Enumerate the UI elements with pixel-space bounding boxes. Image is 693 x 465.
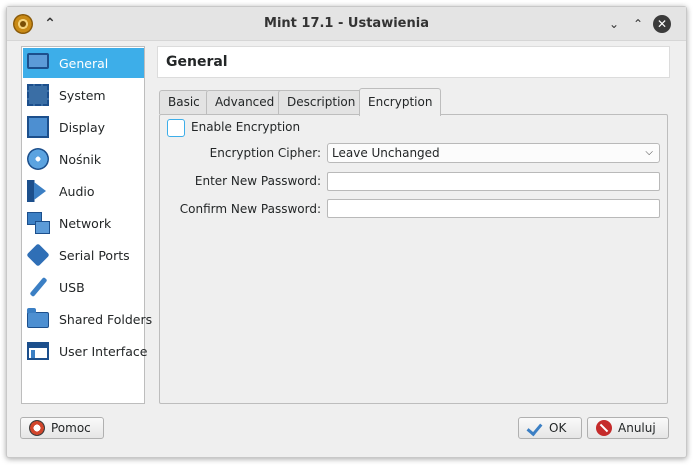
sidebar-item-label: System xyxy=(59,87,106,103)
tab-encryption[interactable]: Encryption xyxy=(359,88,442,116)
sidebar-item-label: Shared Folders xyxy=(59,311,153,327)
new-password-field[interactable] xyxy=(327,172,660,191)
sidebar-item-shared-folders[interactable]: Shared Folders xyxy=(23,304,152,334)
confirm-password-label: Confirm New Password: xyxy=(179,202,321,216)
cancel-button[interactable]: Anuluj xyxy=(587,417,669,439)
sidebar-item-label: Display xyxy=(59,119,106,135)
sidebar-item-usb[interactable]: USB xyxy=(23,272,144,302)
user-interface-icon xyxy=(27,342,49,360)
serial-port-icon xyxy=(26,243,50,267)
folder-icon xyxy=(27,308,49,328)
sidebar-item-label: Network xyxy=(59,215,112,231)
sidebar-item-label: USB xyxy=(59,279,85,295)
disc-icon xyxy=(27,148,49,170)
monitor-icon xyxy=(27,53,49,69)
tab-basic[interactable]: Basic xyxy=(159,90,209,114)
settings-sidebar: General System Display Nośnik Audio Netw… xyxy=(21,46,152,404)
chip-icon xyxy=(27,84,49,106)
sidebar-item-label: Serial Ports xyxy=(59,247,130,263)
sidebar-item-user-interface[interactable]: User Interface xyxy=(23,336,148,366)
title-bar[interactable]: ⌃ Mint 17.1 - Ustawienia ⌄ ⌃ ✕ xyxy=(7,7,686,41)
tab-advanced[interactable]: Advanced xyxy=(206,90,284,114)
cipher-label: Encryption Cipher: xyxy=(209,146,321,160)
sidebar-item-general[interactable]: General xyxy=(23,48,144,78)
confirm-password-field[interactable] xyxy=(327,199,660,218)
enable-encryption-checkbox[interactable] xyxy=(167,119,185,137)
help-button[interactable]: Pomoc xyxy=(20,417,104,439)
sidebar-item-label: General xyxy=(59,55,109,71)
ok-button[interactable]: OK xyxy=(518,417,582,439)
sidebar-item-audio[interactable]: Audio xyxy=(23,176,144,206)
help-button-label: Pomoc xyxy=(51,421,91,435)
chevron-down-icon: ⌵ xyxy=(645,147,653,158)
sidebar-item-label: Nośnik xyxy=(59,151,102,167)
minimize-icon[interactable]: ⌄ xyxy=(605,15,623,33)
sidebar-item-serial-ports[interactable]: Serial Ports xyxy=(23,240,144,270)
help-icon xyxy=(29,420,45,436)
sidebar-item-network[interactable]: Network xyxy=(23,208,144,238)
sidebar-item-label: Audio xyxy=(59,183,95,199)
cancel-icon xyxy=(596,420,612,436)
ok-button-label: OK xyxy=(549,421,567,435)
speaker-icon xyxy=(27,180,49,202)
section-title: General xyxy=(157,46,670,78)
checkmark-icon xyxy=(527,420,543,436)
new-password-label: Enter New Password: xyxy=(194,174,321,188)
sidebar-item-system[interactable]: System xyxy=(23,80,144,110)
cipher-select[interactable]: Leave Unchanged ⌵ xyxy=(327,143,660,163)
maximize-icon[interactable]: ⌃ xyxy=(629,15,647,33)
tab-description[interactable]: Description xyxy=(278,90,365,114)
display-icon xyxy=(27,116,49,138)
sidebar-item-display[interactable]: Display xyxy=(23,112,144,142)
network-icon xyxy=(27,212,50,234)
sidebar-item-storage[interactable]: Nośnik xyxy=(23,144,144,174)
settings-window: ⌃ Mint 17.1 - Ustawienia ⌄ ⌃ ✕ General S… xyxy=(6,6,687,458)
sidebar-item-label: User Interface xyxy=(59,343,148,359)
window-title: Mint 17.1 - Ustawienia xyxy=(264,16,429,31)
usb-icon xyxy=(27,276,49,298)
enable-encryption-label[interactable]: Enable Encryption xyxy=(191,120,300,134)
cipher-select-value: Leave Unchanged xyxy=(332,146,440,160)
close-icon[interactable]: ✕ xyxy=(653,15,671,33)
cancel-button-label: Anuluj xyxy=(618,421,656,435)
